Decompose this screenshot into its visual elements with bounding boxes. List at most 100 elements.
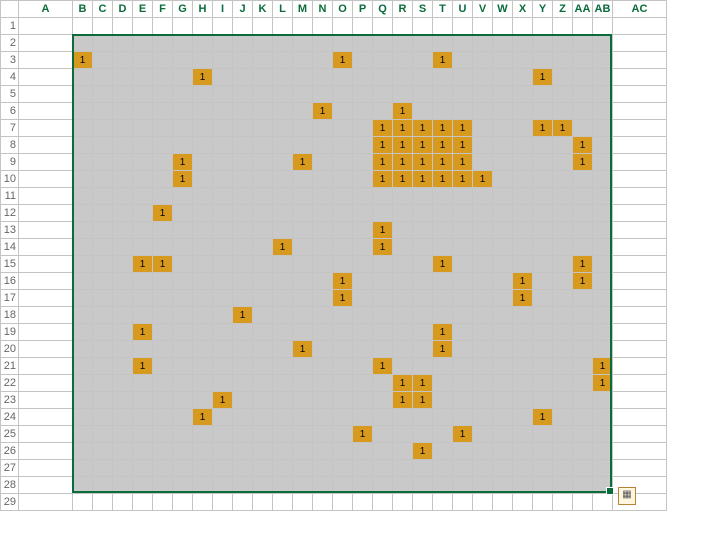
cell-AA28[interactable]: [573, 477, 593, 494]
cell-Z21[interactable]: [553, 358, 573, 375]
cell-Q8[interactable]: 1: [373, 137, 393, 154]
cell-S17[interactable]: [413, 290, 433, 307]
cell-C25[interactable]: [93, 426, 113, 443]
cell-Q3[interactable]: [373, 52, 393, 69]
cell-F11[interactable]: [153, 188, 173, 205]
cell-B19[interactable]: [73, 324, 93, 341]
cell-M27[interactable]: [293, 460, 313, 477]
cell-V25[interactable]: [473, 426, 493, 443]
cell-V19[interactable]: [473, 324, 493, 341]
cell-B18[interactable]: [73, 307, 93, 324]
col-header-L[interactable]: L: [273, 1, 293, 18]
cell-AB5[interactable]: [593, 86, 613, 103]
cell-B4[interactable]: [73, 69, 93, 86]
cell-Z19[interactable]: [553, 324, 573, 341]
cell-I27[interactable]: [213, 460, 233, 477]
cell-L12[interactable]: [273, 205, 293, 222]
cell-K25[interactable]: [253, 426, 273, 443]
cell-Y18[interactable]: [533, 307, 553, 324]
cell-H22[interactable]: [193, 375, 213, 392]
cell-P18[interactable]: [353, 307, 373, 324]
cell-X15[interactable]: [513, 256, 533, 273]
cell-H28[interactable]: [193, 477, 213, 494]
cell-N12[interactable]: [313, 205, 333, 222]
cell-H11[interactable]: [193, 188, 213, 205]
cell-U6[interactable]: [453, 103, 473, 120]
cell-Y9[interactable]: [533, 154, 553, 171]
cell-H4[interactable]: 1: [193, 69, 213, 86]
cell-O11[interactable]: [333, 188, 353, 205]
cell-G23[interactable]: [173, 392, 193, 409]
cell-K15[interactable]: [253, 256, 273, 273]
cell-D3[interactable]: [113, 52, 133, 69]
cell-T4[interactable]: [433, 69, 453, 86]
cell-R10[interactable]: 1: [393, 171, 413, 188]
cell-I11[interactable]: [213, 188, 233, 205]
cell-K29[interactable]: [253, 494, 273, 511]
cell-Y15[interactable]: [533, 256, 553, 273]
cell-X12[interactable]: [513, 205, 533, 222]
cell-N2[interactable]: [313, 35, 333, 52]
cell-R5[interactable]: [393, 86, 413, 103]
cell-Z23[interactable]: [553, 392, 573, 409]
cell-R19[interactable]: [393, 324, 413, 341]
cell-Y10[interactable]: [533, 171, 553, 188]
cell-M3[interactable]: [293, 52, 313, 69]
cell-K21[interactable]: [253, 358, 273, 375]
cell-M18[interactable]: [293, 307, 313, 324]
cell-L3[interactable]: [273, 52, 293, 69]
cell-Z20[interactable]: [553, 341, 573, 358]
cell-T24[interactable]: [433, 409, 453, 426]
cell-T6[interactable]: [433, 103, 453, 120]
cell-H24[interactable]: 1: [193, 409, 213, 426]
cell-A10[interactable]: [19, 171, 73, 188]
cell-S7[interactable]: 1: [413, 120, 433, 137]
cell-V5[interactable]: [473, 86, 493, 103]
cell-H19[interactable]: [193, 324, 213, 341]
cell-P24[interactable]: [353, 409, 373, 426]
cell-S18[interactable]: [413, 307, 433, 324]
cell-C28[interactable]: [93, 477, 113, 494]
cell-E7[interactable]: [133, 120, 153, 137]
cell-E13[interactable]: [133, 222, 153, 239]
col-header-B[interactable]: B: [73, 1, 93, 18]
cell-V13[interactable]: [473, 222, 493, 239]
row-header-16[interactable]: 16: [1, 273, 19, 290]
cell-AC24[interactable]: [613, 409, 667, 426]
cell-Y26[interactable]: [533, 443, 553, 460]
cell-D22[interactable]: [113, 375, 133, 392]
cell-V29[interactable]: [473, 494, 493, 511]
cell-G19[interactable]: [173, 324, 193, 341]
cell-S11[interactable]: [413, 188, 433, 205]
cell-Y27[interactable]: [533, 460, 553, 477]
cell-W28[interactable]: [493, 477, 513, 494]
cell-I8[interactable]: [213, 137, 233, 154]
cell-G6[interactable]: [173, 103, 193, 120]
col-header-W[interactable]: W: [493, 1, 513, 18]
cell-J24[interactable]: [233, 409, 253, 426]
cell-A19[interactable]: [19, 324, 73, 341]
cell-Y8[interactable]: [533, 137, 553, 154]
cell-G8[interactable]: [173, 137, 193, 154]
cell-J29[interactable]: [233, 494, 253, 511]
cell-V20[interactable]: [473, 341, 493, 358]
cell-N13[interactable]: [313, 222, 333, 239]
cell-R22[interactable]: 1: [393, 375, 413, 392]
cell-AC10[interactable]: [613, 171, 667, 188]
cell-X24[interactable]: [513, 409, 533, 426]
cell-D1[interactable]: [113, 18, 133, 35]
cell-T12[interactable]: [433, 205, 453, 222]
cell-Z3[interactable]: [553, 52, 573, 69]
cell-E10[interactable]: [133, 171, 153, 188]
cell-G27[interactable]: [173, 460, 193, 477]
cell-Y16[interactable]: [533, 273, 553, 290]
cell-E15[interactable]: 1: [133, 256, 153, 273]
cell-K4[interactable]: [253, 69, 273, 86]
row-header-11[interactable]: 11: [1, 188, 19, 205]
cell-AC23[interactable]: [613, 392, 667, 409]
cell-H29[interactable]: [193, 494, 213, 511]
cell-J4[interactable]: [233, 69, 253, 86]
cell-Z18[interactable]: [553, 307, 573, 324]
cell-J17[interactable]: [233, 290, 253, 307]
cell-J5[interactable]: [233, 86, 253, 103]
